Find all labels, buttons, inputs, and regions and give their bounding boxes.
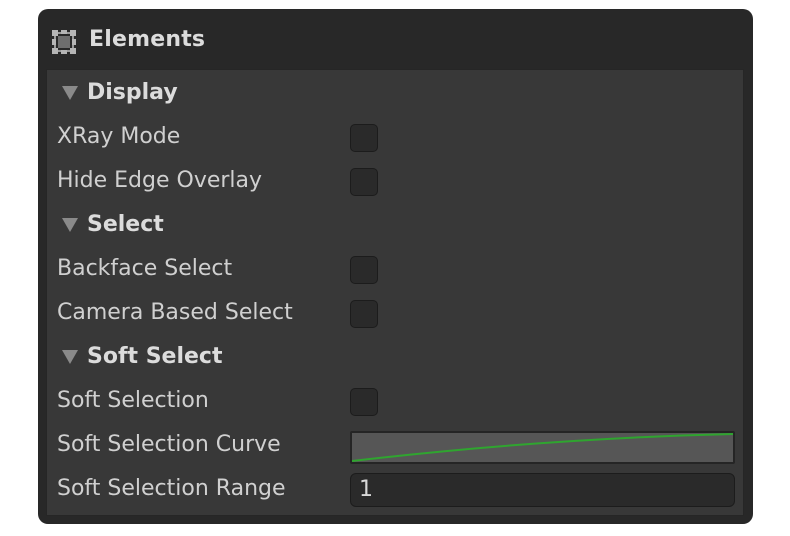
- foldout-arrow-down-icon[interactable]: [62, 86, 78, 100]
- xray-mode-checkbox[interactable]: [350, 124, 378, 152]
- field-row-camera-based-select: Camera Based Select: [47, 292, 743, 336]
- field-row-hide-edge-overlay: Hide Edge Overlay: [47, 160, 743, 204]
- soft-selection-curve-field[interactable]: [350, 431, 735, 464]
- panel-content: Display XRay Mode Hide Edge Overlay Sele…: [46, 69, 744, 516]
- section-header-soft-select[interactable]: Soft Select: [47, 336, 743, 380]
- field-row-soft-selection-range: Soft Selection Range 1: [47, 468, 743, 512]
- soft-selection-checkbox[interactable]: [350, 388, 378, 416]
- section-header-select[interactable]: Select: [47, 204, 743, 248]
- camera-based-select-checkbox[interactable]: [350, 300, 378, 328]
- camera-based-select-label: Camera Based Select: [57, 300, 293, 325]
- xray-mode-label: XRay Mode: [57, 124, 181, 149]
- elements-grid-icon: [52, 30, 76, 54]
- foldout-arrow-down-icon[interactable]: [62, 218, 78, 232]
- field-row-soft-selection-curve: Soft Selection Curve: [47, 424, 743, 468]
- curve-graph: [352, 433, 733, 462]
- section-header-display[interactable]: Display: [47, 72, 743, 116]
- field-row-xray-mode: XRay Mode: [47, 116, 743, 160]
- soft-selection-label: Soft Selection: [57, 388, 209, 413]
- panel-title: Elements: [89, 27, 206, 52]
- panel-header: Elements: [38, 9, 753, 69]
- soft-selection-range-input[interactable]: 1: [350, 473, 735, 507]
- elements-panel: Elements Display XRay Mode Hide Edge Ove…: [38, 9, 753, 524]
- soft-selection-range-label: Soft Selection Range: [57, 476, 286, 501]
- hide-edge-overlay-checkbox[interactable]: [350, 168, 378, 196]
- section-label-soft-select: Soft Select: [87, 344, 223, 369]
- soft-selection-curve-label: Soft Selection Curve: [57, 432, 281, 457]
- section-label-display: Display: [87, 80, 178, 105]
- field-row-soft-selection: Soft Selection: [47, 380, 743, 424]
- hide-edge-overlay-label: Hide Edge Overlay: [57, 168, 263, 193]
- field-row-backface-select: Backface Select: [47, 248, 743, 292]
- backface-select-label: Backface Select: [57, 256, 233, 281]
- foldout-arrow-down-icon[interactable]: [62, 350, 78, 364]
- backface-select-checkbox[interactable]: [350, 256, 378, 284]
- section-label-select: Select: [87, 212, 164, 237]
